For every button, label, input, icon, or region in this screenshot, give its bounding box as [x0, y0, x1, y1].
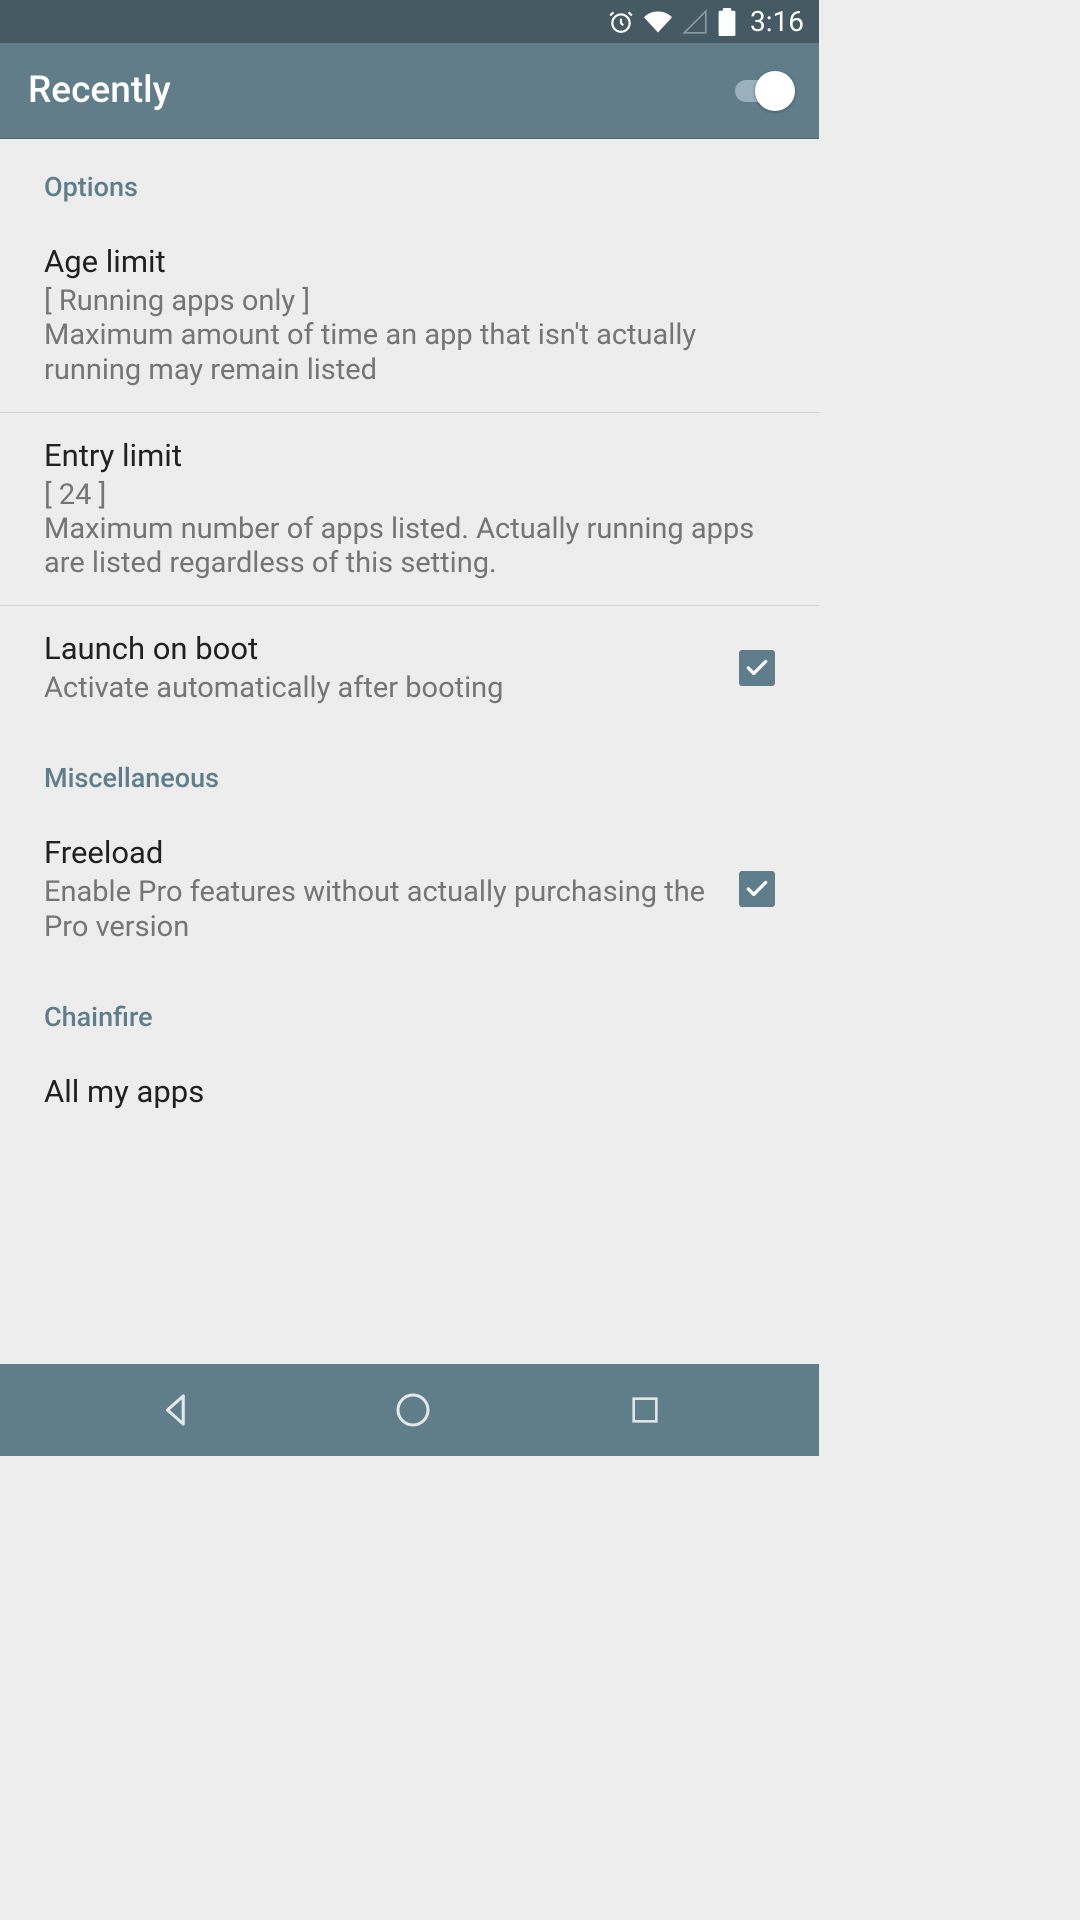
setting-age-limit[interactable]: Age limit [ Running apps only ] Maximum …	[0, 219, 819, 413]
setting-entry-limit[interactable]: Entry limit [ 24 ] Maximum number of app…	[0, 413, 819, 607]
status-time: 3:16	[750, 5, 804, 38]
section-miscellaneous-header: Miscellaneous	[0, 730, 819, 810]
setting-description: Maximum amount of time an app that isn't…	[44, 318, 775, 388]
status-bar: 3:16	[0, 0, 819, 43]
navigation-bar	[0, 1364, 819, 1456]
setting-description: Enable Pro features without actually pur…	[44, 875, 719, 945]
section-chainfire-header: Chainfire	[0, 969, 819, 1049]
main-toggle[interactable]	[735, 80, 791, 102]
setting-value: [ Running apps only ]	[44, 284, 775, 318]
setting-freeload[interactable]: Freeload Enable Pro features without act…	[0, 810, 819, 969]
setting-title: Entry limit	[44, 437, 775, 474]
section-options-header: Options	[0, 139, 819, 219]
nav-home-button[interactable]	[393, 1390, 433, 1430]
toggle-thumb	[755, 71, 795, 111]
wifi-icon	[644, 8, 672, 36]
checkbox-launch-on-boot[interactable]	[739, 650, 775, 686]
setting-value: [ 24 ]	[44, 478, 775, 512]
signal-icon	[682, 9, 708, 35]
setting-all-my-apps[interactable]: All my apps	[0, 1049, 819, 1110]
setting-title: All my apps	[44, 1073, 775, 1110]
app-header: Recently	[0, 43, 819, 139]
nav-recent-button[interactable]	[628, 1393, 662, 1427]
battery-icon	[718, 8, 736, 36]
alarm-icon	[608, 9, 634, 35]
setting-title: Freeload	[44, 834, 719, 871]
settings-content: Options Age limit [ Running apps only ] …	[0, 139, 819, 1110]
setting-title: Launch on boot	[44, 630, 719, 667]
checkbox-freeload[interactable]	[739, 871, 775, 907]
setting-description: Activate automatically after booting	[44, 671, 719, 706]
setting-launch-on-boot[interactable]: Launch on boot Activate automatically af…	[0, 606, 819, 730]
setting-description: Maximum number of apps listed. Actually …	[44, 512, 775, 582]
nav-back-button[interactable]	[157, 1389, 199, 1431]
setting-title: Age limit	[44, 243, 775, 280]
page-title: Recently	[28, 69, 171, 112]
